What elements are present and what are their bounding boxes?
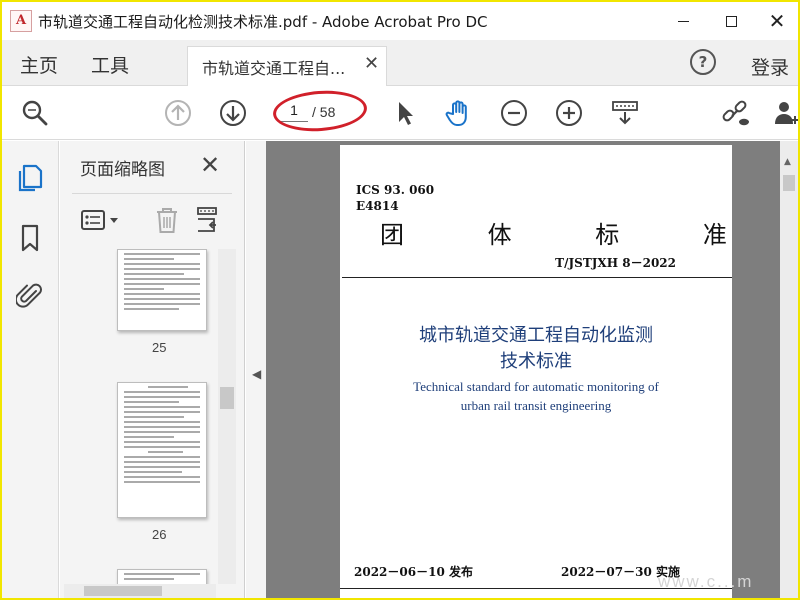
menu-bar: 主页 工具 市轨道交通工程自... ✕ ? 登录 bbox=[2, 40, 798, 86]
acrobat-window: A 市轨道交通工程自动化检测技术标准.pdf - Adobe Acrobat P… bbox=[2, 2, 798, 598]
panel-splitter[interactable]: ◀ bbox=[246, 141, 266, 598]
prev-page-icon[interactable] bbox=[163, 98, 193, 128]
title-english-line2: urban rail transit engineering bbox=[460, 398, 612, 413]
collapse-panel-icon[interactable]: ◀ bbox=[252, 367, 261, 381]
document-view[interactable]: ICS 93. 060 E4814 团 体 标 准 T/JSTJXH 8－202… bbox=[266, 141, 798, 598]
minimize-button[interactable] bbox=[660, 2, 706, 40]
zoom-search-icon[interactable] bbox=[20, 98, 50, 128]
thumbnail-options-button[interactable] bbox=[80, 207, 124, 235]
bookmark-icon[interactable] bbox=[16, 223, 44, 253]
thumbnail-vertical-scrollbar[interactable] bbox=[218, 249, 236, 584]
document-vertical-scrollbar[interactable]: ▲ bbox=[780, 141, 798, 598]
home-tab[interactable]: 主页 bbox=[20, 51, 58, 78]
title-bar: A 市轨道交通工程自动化检测技术标准.pdf - Adobe Acrobat P… bbox=[2, 2, 798, 40]
rotate-page-icon[interactable] bbox=[194, 205, 222, 235]
title-chinese-line1: 城市轨道交通工程自动化监测 bbox=[419, 325, 653, 346]
attachment-icon[interactable] bbox=[14, 281, 44, 311]
next-page-icon[interactable] bbox=[218, 98, 248, 128]
scrollbar-thumb[interactable] bbox=[220, 387, 234, 409]
e-code: E4814 bbox=[356, 199, 399, 213]
standard-code: T/JSTJXH 8－2022 bbox=[555, 256, 676, 270]
thumbnail-panel: 页面缩略图 ✕ 25 26 bbox=[60, 141, 245, 598]
tools-tab[interactable]: 工具 bbox=[91, 51, 129, 78]
zoom-in-icon[interactable] bbox=[554, 98, 584, 128]
thumbnail-page-26[interactable] bbox=[117, 382, 207, 518]
add-user-icon[interactable] bbox=[772, 98, 798, 128]
title-english-line1: Technical standard for automatic monitor… bbox=[413, 379, 659, 394]
ics-code: ICS 93. 060 bbox=[356, 183, 435, 197]
pdf-page: ICS 93. 060 E4814 团 体 标 准 T/JSTJXH 8－202… bbox=[340, 145, 732, 598]
delete-page-icon[interactable] bbox=[154, 205, 180, 235]
close-tab-icon[interactable]: ✕ bbox=[364, 53, 379, 74]
scrollbar-thumb[interactable] bbox=[84, 586, 162, 596]
login-button[interactable]: 登录 bbox=[751, 53, 789, 80]
thumbnail-horizontal-scrollbar[interactable] bbox=[64, 584, 216, 598]
thumbnail-page-label: 25 bbox=[152, 340, 167, 355]
header-rule bbox=[342, 277, 732, 278]
page-display-icon[interactable] bbox=[610, 98, 640, 128]
document-tab[interactable]: 市轨道交通工程自... ✕ bbox=[187, 46, 387, 86]
panel-close-icon[interactable]: ✕ bbox=[200, 151, 220, 179]
share-link-icon[interactable] bbox=[720, 98, 750, 128]
title-chinese-line2: 技术标准 bbox=[500, 351, 572, 372]
window-title: 市轨道交通工程自动化检测技术标准.pdf - Adobe Acrobat Pro… bbox=[38, 13, 488, 31]
standard-type: 团 体 标 准 bbox=[380, 221, 765, 249]
document-tab-label: 市轨道交通工程自... bbox=[202, 59, 346, 78]
watermark-text: www.c...m bbox=[658, 572, 754, 591]
thumbnail-page-label: 26 bbox=[152, 527, 167, 542]
page-thumbnails-icon[interactable] bbox=[16, 163, 44, 193]
close-window-button[interactable]: ✕ bbox=[754, 2, 798, 40]
panel-divider bbox=[72, 193, 232, 194]
navigation-rail bbox=[2, 141, 59, 598]
maximize-button[interactable] bbox=[708, 2, 754, 40]
thumbnail-page-27[interactable] bbox=[117, 569, 207, 584]
zoom-out-icon[interactable] bbox=[499, 98, 529, 128]
options-menu-icon bbox=[81, 210, 118, 230]
acrobat-pdf-icon: A bbox=[10, 10, 32, 32]
highlight-ellipse bbox=[271, 87, 369, 135]
thumbnail-page-25[interactable] bbox=[117, 249, 207, 331]
select-cursor-icon[interactable] bbox=[390, 98, 420, 128]
scrollbar-thumb[interactable] bbox=[783, 175, 795, 191]
issue-date: 2022－06－10 发布 bbox=[354, 565, 473, 579]
toolbar: 1 / 58 bbox=[2, 86, 798, 140]
hand-tool-icon[interactable] bbox=[444, 98, 474, 128]
scroll-up-icon[interactable]: ▲ bbox=[784, 157, 791, 167]
panel-title: 页面缩略图 bbox=[80, 160, 165, 180]
help-icon[interactable]: ? bbox=[690, 49, 716, 75]
